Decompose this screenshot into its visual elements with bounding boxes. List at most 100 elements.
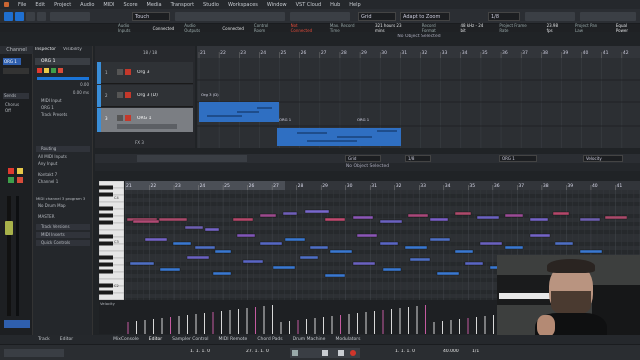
editor-quantize-select[interactable]: 1/8 bbox=[405, 155, 431, 162]
menu-studio[interactable]: Studio bbox=[203, 2, 219, 8]
right-locator[interactable]: 27. 1. 1. 0 bbox=[246, 349, 286, 357]
quantize-select[interactable]: 1/8 bbox=[488, 12, 520, 21]
track-name[interactable]: Org 3 bbox=[137, 70, 177, 76]
track-row-selected[interactable]: 3 ORG 1 bbox=[97, 108, 193, 132]
channel-tab[interactable]: Channel bbox=[0, 46, 33, 54]
menu-hub[interactable]: Hub bbox=[330, 2, 340, 8]
status-audio-inputs-value[interactable]: Connected bbox=[153, 26, 175, 31]
midi-inserts-section[interactable]: MIDI Inserts bbox=[36, 232, 90, 238]
status-audio-outputs-value[interactable]: Connected bbox=[222, 26, 244, 31]
track-versions-section[interactable]: Track Versions bbox=[36, 224, 90, 230]
go-to-start-icon[interactable] bbox=[292, 350, 298, 356]
inspector-toggle[interactable] bbox=[15, 12, 24, 21]
status-record-format-value[interactable]: 48 kHz - 24 bit bbox=[460, 23, 489, 33]
tab-editor[interactable]: Editor bbox=[149, 337, 162, 342]
velocity-select[interactable]: Velocity bbox=[583, 155, 623, 162]
fx-track-label[interactable]: FX 3 bbox=[135, 140, 175, 146]
mute-button[interactable] bbox=[8, 168, 14, 174]
tab-drum-machine[interactable]: Drum Machine bbox=[293, 337, 326, 342]
snap-buttons[interactable] bbox=[290, 12, 350, 21]
menu-help[interactable]: Help bbox=[349, 2, 360, 8]
color-menu[interactable] bbox=[580, 12, 636, 21]
menu-window[interactable]: Window bbox=[267, 2, 287, 8]
track-row[interactable]: 1 Org 3 bbox=[97, 62, 193, 84]
tool-buttons[interactable] bbox=[175, 12, 285, 21]
track-solo[interactable] bbox=[125, 115, 131, 121]
track-solo[interactable] bbox=[125, 92, 131, 98]
inspector-mute[interactable] bbox=[37, 68, 42, 73]
grid-type-select[interactable]: Grid bbox=[358, 12, 396, 21]
piano-roll-ruler[interactable]: 21 22 23 24 25 26 27 28 29 30 31 32 33 34 35 36 37 38 39 40… bbox=[125, 181, 640, 190]
status-max-record-value[interactable]: 321 hours 23 mins bbox=[375, 23, 412, 33]
instrument-kontakt[interactable]: Kontakt 7 bbox=[38, 172, 88, 177]
inspector-write[interactable] bbox=[58, 68, 63, 73]
track-presets-label[interactable]: Track Presets bbox=[41, 112, 89, 117]
menu-vst-cloud[interactable]: VST Cloud bbox=[296, 2, 322, 8]
lower-zone-toggle[interactable] bbox=[26, 12, 35, 21]
tab-chord-pads[interactable]: Chord Pads bbox=[257, 337, 282, 342]
menu-transport[interactable]: Transport bbox=[171, 2, 194, 8]
menu-workspaces[interactable]: Workspaces bbox=[228, 2, 258, 8]
track-name[interactable]: Org 3 (D) bbox=[137, 93, 177, 99]
sends-header[interactable]: Sends bbox=[3, 93, 29, 99]
tab-sampler-control[interactable]: Sampler Control bbox=[172, 337, 208, 342]
stop-icon[interactable] bbox=[338, 350, 344, 356]
signature-display[interactable]: 1/1 bbox=[472, 349, 486, 357]
midi-channel-program[interactable]: MIDI channel 3 program 3 bbox=[36, 196, 91, 201]
record-icon[interactable] bbox=[350, 350, 356, 356]
inspector-value-1[interactable]: 0.00 bbox=[67, 82, 89, 87]
menu-audio[interactable]: Audio bbox=[80, 2, 94, 8]
tab-midi-remote[interactable]: MIDI Remote bbox=[219, 337, 248, 342]
editor-tools[interactable] bbox=[137, 155, 247, 162]
quantize-buttons[interactable] bbox=[525, 12, 575, 21]
channel-name[interactable]: ORG 1 bbox=[3, 58, 21, 65]
all-midi-inputs[interactable]: All MIDI Inputs bbox=[38, 154, 88, 159]
track-controls[interactable] bbox=[117, 124, 177, 129]
output-master[interactable]: MASTER bbox=[38, 214, 88, 219]
tab-modulators[interactable]: Modulators bbox=[335, 337, 360, 342]
left-locator[interactable]: 1. 1. 1. 0 bbox=[190, 349, 230, 357]
arrange-ruler[interactable]: 21 22 23 24 25 26 27 28 29 30 31 32 33 34 35 36 37 38 39 40… bbox=[197, 46, 640, 58]
status-frame-rate-value[interactable]: 23.98 fps bbox=[547, 23, 565, 33]
constrain-delay-button[interactable] bbox=[50, 12, 90, 21]
inspector-tab[interactable]: Inspector bbox=[35, 47, 61, 54]
automation-mode-select[interactable]: Touch bbox=[132, 12, 170, 21]
visibility-tab[interactable]: Visibility bbox=[63, 47, 91, 54]
read-automation-button[interactable] bbox=[8, 177, 14, 183]
status-control-room-value[interactable]: Not Connected bbox=[291, 23, 320, 33]
track-mute[interactable] bbox=[117, 69, 123, 75]
right-zone-toggle[interactable] bbox=[37, 12, 46, 21]
send-off[interactable]: Off bbox=[5, 108, 27, 113]
inspector-track-name[interactable]: ORG 1 bbox=[35, 58, 90, 65]
tab-editor-left[interactable]: Editor bbox=[60, 337, 73, 342]
track-mute[interactable] bbox=[117, 92, 123, 98]
channel-settings[interactable] bbox=[3, 68, 29, 74]
editor-grid-select[interactable]: Grid bbox=[345, 155, 381, 162]
volume-slider[interactable] bbox=[37, 77, 89, 80]
volume-fader-track[interactable] bbox=[7, 196, 11, 316]
inspector-solo[interactable] bbox=[44, 68, 49, 73]
position-display[interactable]: 1. 1. 1. 0 bbox=[395, 349, 435, 357]
any-input[interactable]: Any Input bbox=[38, 161, 88, 166]
track-mute[interactable] bbox=[117, 115, 123, 121]
menu-file[interactable]: File bbox=[18, 2, 26, 8]
track-name[interactable]: ORG 1 bbox=[137, 116, 177, 122]
solo-button[interactable] bbox=[17, 168, 23, 174]
play-icon[interactable] bbox=[322, 350, 328, 356]
track-solo[interactable] bbox=[125, 69, 131, 75]
quick-controls-section[interactable]: Quick Controls bbox=[36, 240, 90, 246]
tab-track[interactable]: Track bbox=[38, 337, 50, 342]
tab-mixconsole[interactable]: MixConsole bbox=[113, 337, 139, 342]
transport-left-buttons[interactable] bbox=[4, 349, 64, 357]
status-pan-law-value[interactable]: Equal Power bbox=[616, 23, 640, 33]
midi-port-label[interactable]: ORG 1 bbox=[41, 105, 89, 110]
tempo-display[interactable]: 40.000 bbox=[443, 349, 469, 357]
send-chorus[interactable]: Chorus bbox=[5, 102, 27, 107]
drum-map[interactable]: No Drum Map bbox=[38, 203, 88, 208]
write-automation-button[interactable] bbox=[17, 177, 23, 183]
menu-edit[interactable]: Edit bbox=[35, 2, 45, 8]
app-icon[interactable] bbox=[4, 2, 9, 7]
routing-section[interactable]: Routing bbox=[36, 146, 90, 152]
inspector-read[interactable] bbox=[51, 68, 56, 73]
menu-score[interactable]: Score bbox=[124, 2, 138, 8]
